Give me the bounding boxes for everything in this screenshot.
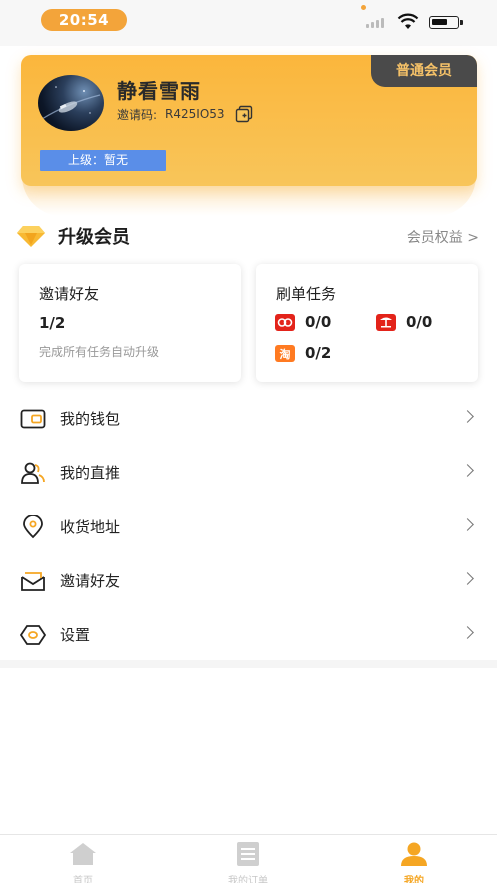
chevron-right-icon [461, 518, 474, 531]
home-icon [70, 843, 96, 865]
orders-icon [237, 842, 259, 866]
recording-indicator [361, 5, 366, 10]
bottom-tab-bar: 首页 我的订单 我的 [0, 834, 497, 883]
invite-code-label: 邀请码: [117, 107, 158, 122]
jd-icon [275, 313, 295, 331]
menu-label: 我的钱包 [60, 410, 121, 428]
tab-label: 我的 [404, 876, 424, 883]
menu-shipping-address[interactable]: 收货地址 [0, 500, 497, 554]
menu-label: 收货地址 [60, 518, 121, 536]
status-time: 20:54 [41, 9, 127, 31]
member-rights-link[interactable]: 会员权益 > [407, 227, 479, 247]
menu-label: 设置 [60, 626, 91, 644]
avatar[interactable] [38, 75, 104, 131]
tab-orders[interactable]: 我的订单 [198, 839, 298, 883]
copy-icon[interactable] [235, 105, 253, 123]
pinduoduo-icon [376, 313, 396, 331]
tab-home[interactable]: 首页 [33, 839, 133, 883]
tab-label: 首页 [73, 876, 93, 883]
chevron-right-icon [461, 464, 474, 477]
chevron-right-icon [461, 572, 474, 585]
taobao-icon: 淘 [275, 344, 295, 362]
wallet-icon [20, 409, 46, 429]
svg-text:淘: 淘 [280, 347, 291, 361]
order-task-card[interactable]: 刷单任务 0/0 0/0 淘 0/2 [256, 264, 478, 382]
username: 静看雪雨 [117, 79, 201, 103]
jd-task-count: 0/0 [305, 313, 332, 331]
menu-settings[interactable]: 设置 [0, 608, 497, 662]
invite-progress: 1/2 [39, 314, 66, 332]
invite-card-title: 邀请好友 [39, 285, 100, 303]
profile-card: 静看雪雨 邀请码: R425IO53 上级：暂无 普通会员 [21, 55, 477, 186]
menu-direct-referrals[interactable]: 我的直推 [0, 446, 497, 500]
cellular-signal-icon [366, 16, 384, 28]
upgrade-member-row: 升级会员 会员权益 > [0, 218, 497, 254]
tab-label: 我的订单 [228, 876, 268, 883]
tab-profile[interactable]: 我的 [364, 839, 464, 883]
menu-label: 我的直推 [60, 464, 121, 482]
diamond-icon [17, 226, 45, 247]
chevron-right-icon [461, 410, 474, 423]
taobao-task-count: 0/2 [305, 344, 332, 362]
wifi-icon [397, 13, 419, 29]
pinduoduo-task-count: 0/0 [406, 313, 433, 331]
superior-badge: 上级：暂无 [40, 150, 166, 171]
chevron-right-icon [461, 626, 474, 639]
menu-wallet[interactable]: 我的钱包 [0, 392, 497, 446]
profile-icon [401, 842, 427, 866]
invite-hint: 完成所有任务自动升级 [39, 345, 160, 359]
pinduoduo-task: 0/0 [376, 313, 432, 331]
section-divider [0, 660, 497, 668]
taobao-task: 淘 0/2 [275, 344, 331, 362]
settings-icon [20, 625, 46, 645]
location-icon [23, 515, 43, 539]
invite-code-value: R425IO53 [165, 107, 225, 121]
menu-invite-friends[interactable]: 邀请好友 [0, 554, 497, 608]
envelope-icon [21, 572, 45, 591]
order-card-title: 刷单任务 [276, 285, 337, 303]
member-level-tag[interactable]: 普通会员 [371, 55, 477, 87]
menu-label: 邀请好友 [60, 572, 121, 590]
battery-icon [429, 16, 463, 29]
status-bar: 20:54 [0, 0, 497, 46]
invite-friends-card[interactable]: 邀请好友 1/2 完成所有任务自动升级 [19, 264, 241, 382]
users-icon [21, 462, 45, 484]
invite-code-row: 邀请码: R425IO53 [117, 105, 253, 123]
upgrade-member-title: 升级会员 [58, 227, 130, 248]
jd-task: 0/0 [275, 313, 331, 331]
